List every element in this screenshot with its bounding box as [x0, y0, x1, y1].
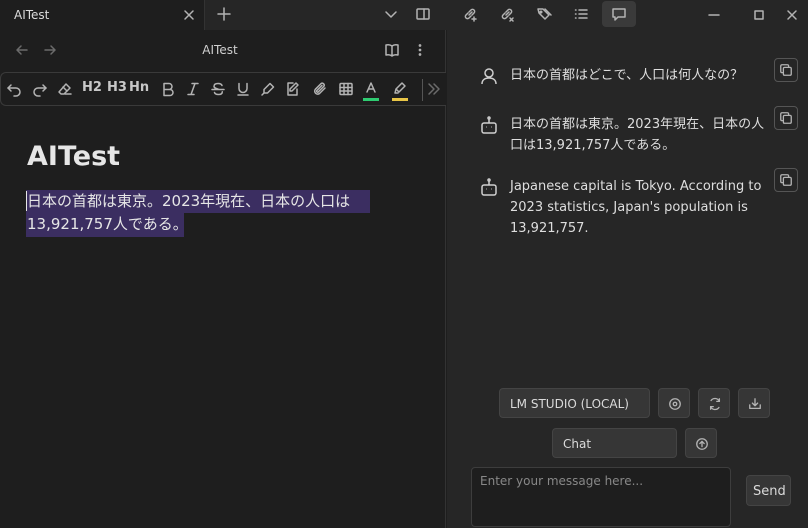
chat-message-assistant: Japanese capital is Tokyo. According to …	[510, 179, 762, 236]
message-input[interactable]	[471, 467, 731, 527]
formatting-toolbar: H2 H3 Hn	[0, 72, 446, 106]
user-icon	[479, 66, 499, 86]
toolbar-divider	[422, 79, 423, 101]
strikethrough-icon[interactable]	[210, 81, 226, 97]
copy-button[interactable]	[774, 168, 798, 192]
attachment-icon[interactable]	[312, 81, 328, 97]
editor-nav-bar: AITest	[0, 30, 446, 70]
list-icon[interactable]	[573, 6, 589, 22]
download-button[interactable]	[738, 388, 770, 418]
more-options-icon[interactable]	[412, 42, 428, 58]
highlight-icon[interactable]	[392, 81, 408, 101]
refresh-button[interactable]	[698, 388, 730, 418]
document-paragraph[interactable]: 日本の首都は東京。2023年現在、日本の人口は13,921,757人である。	[27, 190, 387, 236]
highlight-swatch	[392, 98, 408, 101]
bold-icon[interactable]	[160, 81, 176, 97]
italic-icon[interactable]	[185, 81, 201, 97]
clear-formatting-icon[interactable]	[57, 81, 73, 97]
send-button[interactable]: Send	[746, 475, 791, 506]
chat-message-assistant: 日本の首都は東京。2023年現在、日本の人口は13,921,757人である。	[510, 117, 765, 153]
text-cursor	[26, 191, 27, 211]
document-heading: AITest	[27, 141, 121, 172]
table-icon[interactable]	[338, 81, 354, 97]
tab-aitest[interactable]: AITest	[0, 0, 205, 30]
sidebar-toggle-icon[interactable]	[415, 6, 431, 22]
close-window-icon[interactable]	[784, 7, 800, 23]
mode-select-button[interactable]: Chat	[552, 428, 677, 458]
new-tab-icon[interactable]	[216, 6, 232, 22]
chat-message-user: 日本の首都はどこで、人口は何人なの？	[510, 68, 744, 83]
link-remove-icon[interactable]	[499, 6, 515, 22]
heading-3-button[interactable]: H3	[107, 80, 127, 95]
text-color-icon[interactable]	[363, 81, 379, 101]
settings-button[interactable]	[658, 388, 690, 418]
bot-icon	[479, 115, 499, 135]
text-color-swatch	[363, 98, 379, 101]
mode-label: Chat	[563, 437, 592, 451]
double-chevron-right-icon[interactable]	[426, 81, 442, 97]
marker-icon[interactable]	[260, 81, 276, 97]
edit-dropdown-icon[interactable]	[284, 81, 300, 97]
redo-icon[interactable]	[32, 81, 48, 97]
model-select-button[interactable]: LM STUDIO (LOCAL)	[499, 388, 650, 418]
copy-button[interactable]	[774, 106, 798, 130]
tags-icon[interactable]	[536, 6, 552, 22]
send-label: Send	[753, 484, 786, 499]
chat-icon[interactable]	[611, 6, 627, 22]
underline-icon[interactable]	[235, 81, 251, 97]
note-title: AITest	[202, 43, 238, 57]
heading-n-button[interactable]: Hn	[129, 80, 149, 95]
upload-button[interactable]	[685, 428, 717, 458]
close-tab-icon[interactable]	[181, 7, 197, 23]
tab-title: AITest	[14, 8, 50, 22]
model-label: LM STUDIO (LOCAL)	[510, 397, 629, 411]
title-bar: AITest	[0, 0, 808, 30]
minimize-icon[interactable]	[706, 7, 722, 23]
link-add-icon[interactable]	[462, 6, 478, 22]
editor-pane: AITest H2 H3 Hn AITest	[0, 30, 446, 528]
chevron-down-icon[interactable]	[383, 6, 399, 22]
maximize-icon[interactable]	[751, 7, 767, 23]
copy-button[interactable]	[774, 58, 798, 82]
undo-icon[interactable]	[6, 81, 22, 97]
heading-2-button[interactable]: H2	[82, 80, 102, 95]
bot-icon	[479, 177, 499, 197]
reading-view-icon[interactable]	[384, 42, 400, 58]
chat-pane: 日本の首都はどこで、人口は何人なの？ 日本の首都は東京。2023年現在、日本の人…	[447, 30, 808, 528]
